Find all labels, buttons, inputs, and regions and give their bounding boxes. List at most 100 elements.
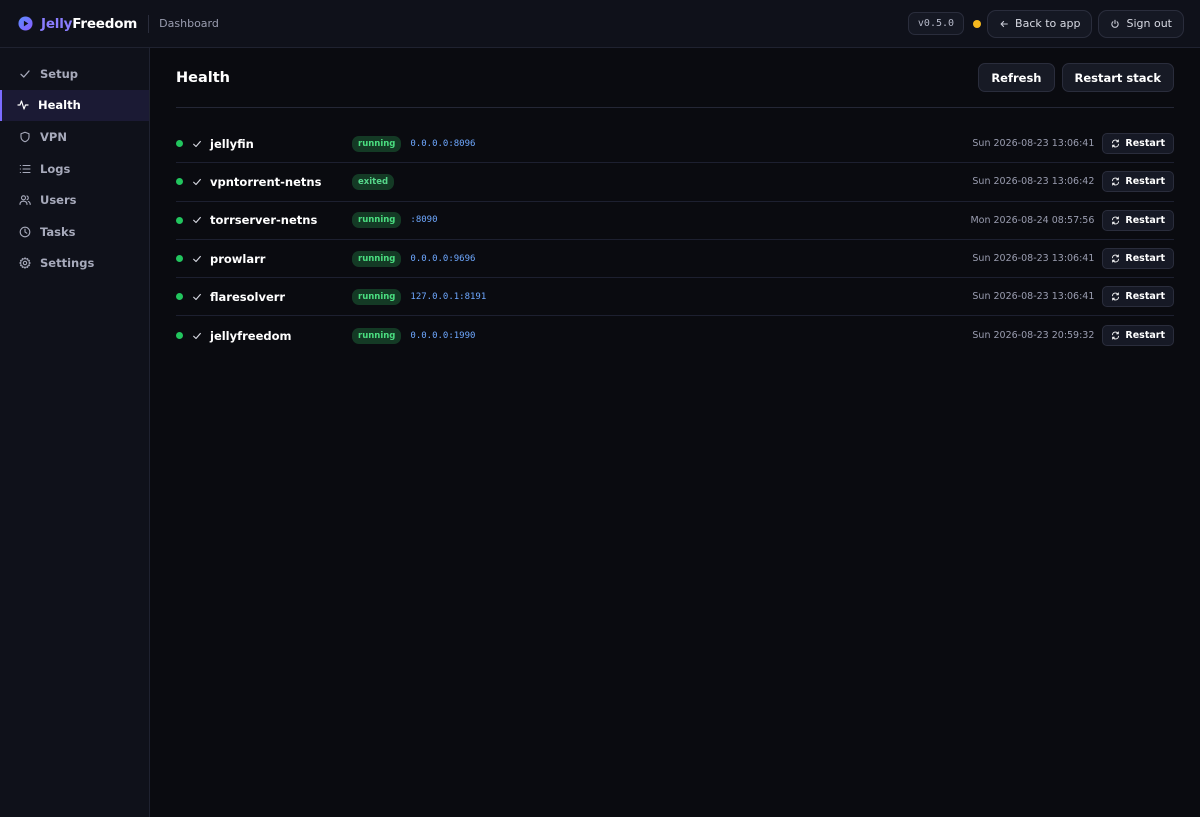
sidebar-item-tasks[interactable]: Tasks xyxy=(0,216,149,248)
restart-button[interactable]: Restart xyxy=(1102,209,1174,231)
sidebar-item-label: VPN xyxy=(40,129,67,144)
version-badge: v0.5.0 xyxy=(907,12,965,35)
refresh-icon xyxy=(1112,177,1120,186)
back-to-app-button[interactable]: Back to app xyxy=(987,9,1093,38)
back-to-app-label: Back to app xyxy=(1015,17,1081,30)
restart-button[interactable]: Restart xyxy=(1102,133,1174,155)
restart-label: Restart xyxy=(1125,330,1165,342)
sidebar-item-health[interactable]: Health xyxy=(0,89,149,122)
service-timestamp: Sun 2026-08-23 13:06:42 xyxy=(972,176,1095,188)
brand-name: JellyFreedom xyxy=(41,16,137,32)
shield-icon xyxy=(20,131,30,143)
clock-icon xyxy=(19,226,31,238)
refresh-icon xyxy=(1112,139,1120,148)
service-name: flaresolverr xyxy=(210,289,286,304)
brand-part-1: Jelly xyxy=(41,15,73,32)
sidebar-item-label: Tasks xyxy=(40,224,76,239)
list-icon xyxy=(19,164,31,173)
service-port[interactable]: 127.0.0.1:8191 xyxy=(410,292,486,302)
refresh-button[interactable]: Refresh xyxy=(978,63,1055,92)
status-dot xyxy=(176,216,183,224)
status-dot xyxy=(176,178,183,186)
arrow-left-icon xyxy=(1000,20,1008,27)
service-name: jellyfreedom xyxy=(210,328,292,343)
page-header: Health Refresh Restart stack xyxy=(176,48,1174,108)
power-icon xyxy=(1111,19,1120,28)
check-icon xyxy=(193,332,201,339)
service-name: prowlarr xyxy=(210,251,266,266)
sidebar-item-settings[interactable]: Settings xyxy=(0,248,149,280)
divider xyxy=(148,14,150,33)
sidebar-item-logs[interactable]: Logs xyxy=(0,153,149,185)
service-row: vpntorrent-netns exited Sun 2026-08-23 13:… xyxy=(176,163,1174,202)
service-row: jellyfin running 0.0.0.0:8096 Sun 2026-08-2… xyxy=(176,125,1174,164)
service-timestamp: Sun 2026-08-23 20:59:32 xyxy=(972,330,1095,342)
sidebar-item-users[interactable]: Users xyxy=(0,184,149,216)
service-name: jellyfin xyxy=(210,136,254,151)
service-timestamp: Sun 2026-08-23 13:06:41 xyxy=(972,253,1095,265)
status-badge: running xyxy=(352,212,402,229)
restart-label: Restart xyxy=(1125,176,1165,188)
sidebar-item-setup[interactable]: Setup xyxy=(0,58,149,90)
main-content: Health Refresh Restart stack jellyfin run… xyxy=(150,48,1200,817)
status-badge: running xyxy=(352,288,402,305)
service-timestamp: Sun 2026-08-23 13:06:41 xyxy=(972,138,1095,150)
status-dot xyxy=(176,332,183,340)
services-list: jellyfin running 0.0.0.0:8096 Sun 2026-08-2… xyxy=(176,125,1174,355)
restart-button[interactable]: Restart xyxy=(1102,325,1174,347)
service-row: torrserver-netns running:8090 Mon 2026-08-… xyxy=(176,202,1174,240)
sidebar-item-vpn[interactable]: VPN xyxy=(0,121,149,153)
status-badge: running xyxy=(352,327,402,344)
status-badge: running xyxy=(352,250,402,267)
restart-label: Restart xyxy=(1125,214,1165,226)
page-title: Health xyxy=(176,69,230,86)
service-port[interactable]: 0.0.0.0:1990 xyxy=(410,331,475,341)
sidebar-item-label: Users xyxy=(40,193,77,208)
restart-label: Restart xyxy=(1125,253,1165,265)
check-icon xyxy=(20,70,30,78)
restart-label: Restart xyxy=(1125,138,1165,150)
refresh-icon xyxy=(1112,254,1120,263)
sidebar-item-label: Health xyxy=(38,98,81,113)
check-icon xyxy=(193,255,201,262)
breadcrumb: Dashboard xyxy=(159,17,219,30)
service-port[interactable]: :8090 xyxy=(410,215,437,225)
users-icon xyxy=(19,195,31,206)
check-icon xyxy=(193,217,201,224)
status-badge: running xyxy=(352,135,402,152)
service-row: prowlarr running 0.0.0.0:9696 Sun 2026-08-2… xyxy=(176,240,1174,279)
restart-label: Restart xyxy=(1125,291,1165,303)
service-timestamp: Sun 2026-08-23 13:06:41 xyxy=(972,291,1095,303)
sign-out-label: Sign out xyxy=(1126,17,1172,30)
check-icon xyxy=(193,178,201,186)
service-row: flaresolverr running 127.0.0.1:8191 Sun 202… xyxy=(176,278,1174,317)
sidebar-item-label: Settings xyxy=(40,256,95,271)
restart-stack-button[interactable]: Restart stack xyxy=(1061,63,1174,92)
play-logo-icon xyxy=(18,16,33,31)
sidebar: Setup Health VPN Logs Users Tasks Settin… xyxy=(0,48,150,817)
status-dot xyxy=(176,140,183,148)
restart-button[interactable]: Restart xyxy=(1102,286,1174,308)
service-port[interactable]: 0.0.0.0:9696 xyxy=(410,254,475,264)
restart-button[interactable]: Restart xyxy=(1102,171,1174,193)
app-logo[interactable]: JellyFreedom xyxy=(18,16,137,32)
sign-out-button[interactable]: Sign out xyxy=(1098,9,1184,38)
status-badge: exited xyxy=(352,173,395,190)
sidebar-item-label: Logs xyxy=(40,161,71,176)
check-icon xyxy=(193,140,201,147)
refresh-icon xyxy=(1112,292,1120,301)
refresh-icon xyxy=(1112,216,1120,225)
top-bar: JellyFreedom Dashboard v0.5.0 Back to ap… xyxy=(0,0,1200,48)
status-dot xyxy=(176,255,183,263)
connection-status-dot xyxy=(973,19,982,28)
service-timestamp: Mon 2026-08-24 08:57:56 xyxy=(970,214,1095,226)
restart-button[interactable]: Restart xyxy=(1102,248,1174,270)
check-icon xyxy=(193,293,201,300)
gear-icon xyxy=(19,257,31,270)
brand-part-2: Freedom xyxy=(72,15,138,32)
service-port[interactable]: 0.0.0.0:8096 xyxy=(410,139,475,149)
refresh-icon xyxy=(1112,331,1120,340)
activity-icon xyxy=(17,100,29,110)
service-name: vpntorrent-netns xyxy=(210,174,322,189)
sidebar-item-label: Setup xyxy=(40,66,78,81)
